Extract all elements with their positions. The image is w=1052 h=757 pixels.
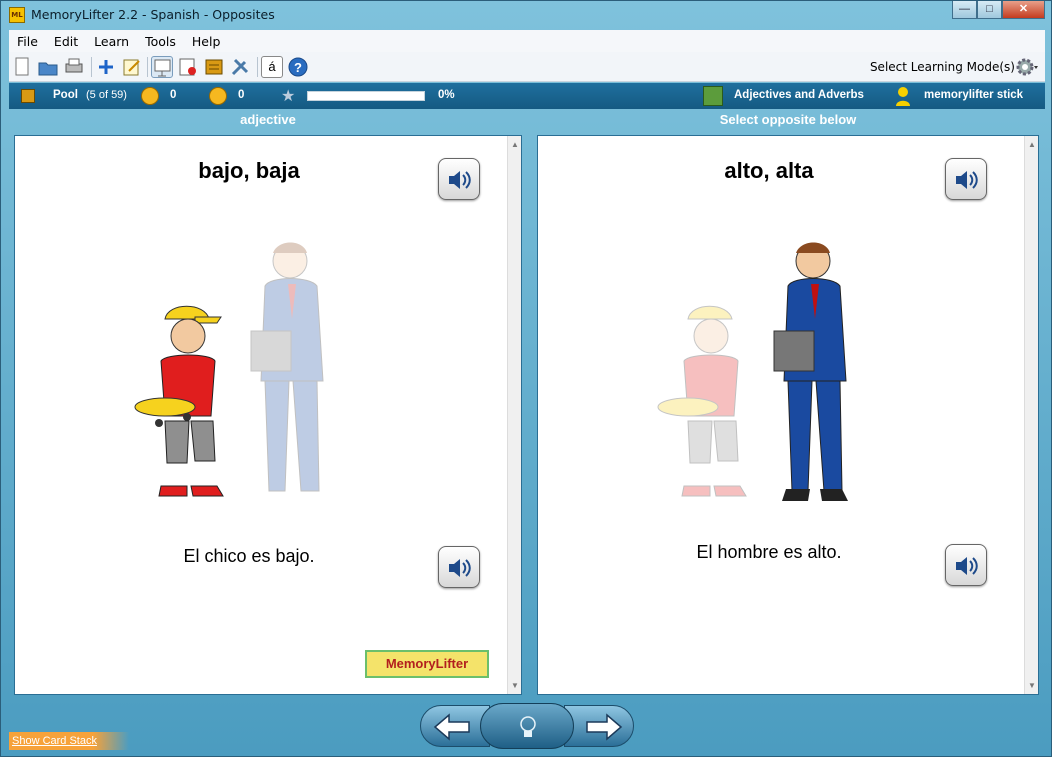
menu-help[interactable]: Help — [184, 34, 229, 49]
question-word-audio-button[interactable] — [438, 158, 480, 200]
pool-label: Pool — [53, 89, 78, 101]
open-folder-icon[interactable] — [37, 56, 59, 78]
show-card-stack-tab[interactable]: Show Card Stack — [9, 732, 129, 750]
answer-card[interactable]: alto, alta El hombre es alto. ▲ ▼ — [537, 135, 1039, 695]
show-card-stack-link[interactable]: Show Card Stack — [12, 735, 97, 747]
statistics-icon[interactable] — [177, 56, 199, 78]
window-controls: — □ ✕ — [952, 1, 1045, 19]
scroll-up-arrow-icon[interactable]: ▲ — [1028, 140, 1036, 149]
pool-count: (5 of 59) — [86, 89, 127, 101]
answer-sentence: El hombre es alto. — [696, 542, 842, 562]
toolbar: á ? Select Learning Mode(s) — [9, 52, 1045, 82]
smiley-happy-icon — [141, 87, 159, 105]
help-icon[interactable]: ? — [287, 56, 309, 78]
answer-sentence-audio-button[interactable] — [945, 544, 987, 586]
answer-word: alto, alta — [724, 158, 814, 183]
slideshow-icon[interactable] — [151, 56, 173, 78]
gear-icon[interactable] — [1015, 55, 1039, 79]
answer-scrollbar[interactable]: ▲ ▼ — [1024, 136, 1038, 694]
category-name[interactable]: Adjectives and Adverbs — [734, 89, 864, 101]
scroll-down-arrow-icon[interactable]: ▼ — [511, 681, 519, 690]
window-title: MemoryLifter 2.2 - Spanish - Opposites — [31, 7, 275, 22]
man-and-boy-illustration — [657, 242, 848, 501]
lightbulb-icon — [520, 716, 536, 737]
menu-tools[interactable]: Tools — [137, 34, 184, 49]
speaker-icon — [956, 171, 978, 189]
card-stack-icon[interactable] — [203, 56, 225, 78]
correct-count: 0 — [170, 89, 177, 101]
add-card-icon[interactable] — [95, 56, 117, 78]
scroll-down-arrow-icon[interactable]: ▼ — [1028, 681, 1036, 690]
answer-header: Select opposite below — [719, 112, 857, 127]
question-word: bajo, baja — [198, 158, 300, 183]
card-navigation — [420, 703, 634, 749]
menu-edit[interactable]: Edit — [46, 34, 86, 49]
pool-box-icon[interactable] — [21, 89, 35, 103]
select-learning-mode-label[interactable]: Select Learning Mode(s) — [870, 60, 1015, 74]
minimize-button[interactable]: — — [952, 1, 977, 19]
user-icon — [895, 86, 911, 106]
settings-tools-icon[interactable] — [229, 56, 251, 78]
smiley-sad-icon — [209, 87, 227, 105]
memorylifter-logo: MemoryLifter — [365, 650, 489, 678]
speaker-icon — [956, 557, 978, 575]
app-logo-icon: ML — [9, 7, 25, 23]
question-header: adjective — [240, 112, 296, 127]
question-sentence-audio-button[interactable] — [438, 546, 480, 588]
special-chars-button[interactable]: á — [261, 56, 283, 78]
speaker-icon — [449, 171, 471, 189]
scroll-up-arrow-icon[interactable]: ▲ — [511, 140, 519, 149]
maximize-button[interactable]: □ — [977, 1, 1002, 19]
new-file-icon[interactable] — [11, 56, 33, 78]
title-bar: ML MemoryLifter 2.2 - Spanish - Opposite… — [1, 1, 1051, 29]
edit-cards-icon[interactable] — [121, 56, 143, 78]
status-bar: Pool (5 of 59) 0 0 ★ 0% Adjectives and A… — [9, 83, 1045, 109]
wrong-count: 0 — [238, 89, 245, 101]
menu-learn[interactable]: Learn — [86, 34, 137, 49]
question-scrollbar[interactable]: ▲ ▼ — [507, 136, 521, 694]
arrow-left-icon — [433, 713, 470, 741]
print-icon[interactable] — [63, 56, 85, 78]
svg-text:?: ? — [294, 60, 302, 75]
question-card: bajo, baja El chico es bajo. MemoryLifte… — [14, 135, 522, 695]
hint-button[interactable] — [480, 703, 574, 749]
user-name[interactable]: memorylifter stick — [924, 89, 1023, 101]
progress-label: 0% — [438, 89, 455, 101]
boy-and-man-illustration — [134, 242, 324, 497]
answer-word-audio-button[interactable] — [945, 158, 987, 200]
close-button[interactable]: ✕ — [1002, 1, 1045, 19]
question-sentence: El chico es bajo. — [183, 546, 315, 566]
category-icon — [703, 86, 723, 106]
progress-bar — [307, 91, 425, 101]
arrow-right-icon — [586, 713, 623, 741]
star-icon: ★ — [281, 88, 296, 105]
speaker-icon — [449, 559, 471, 577]
menu-bar: File Edit Learn Tools Help — [9, 30, 1045, 52]
menu-file[interactable]: File — [9, 34, 46, 49]
app-window: ML MemoryLifter 2.2 - Spanish - Opposite… — [0, 0, 1052, 757]
